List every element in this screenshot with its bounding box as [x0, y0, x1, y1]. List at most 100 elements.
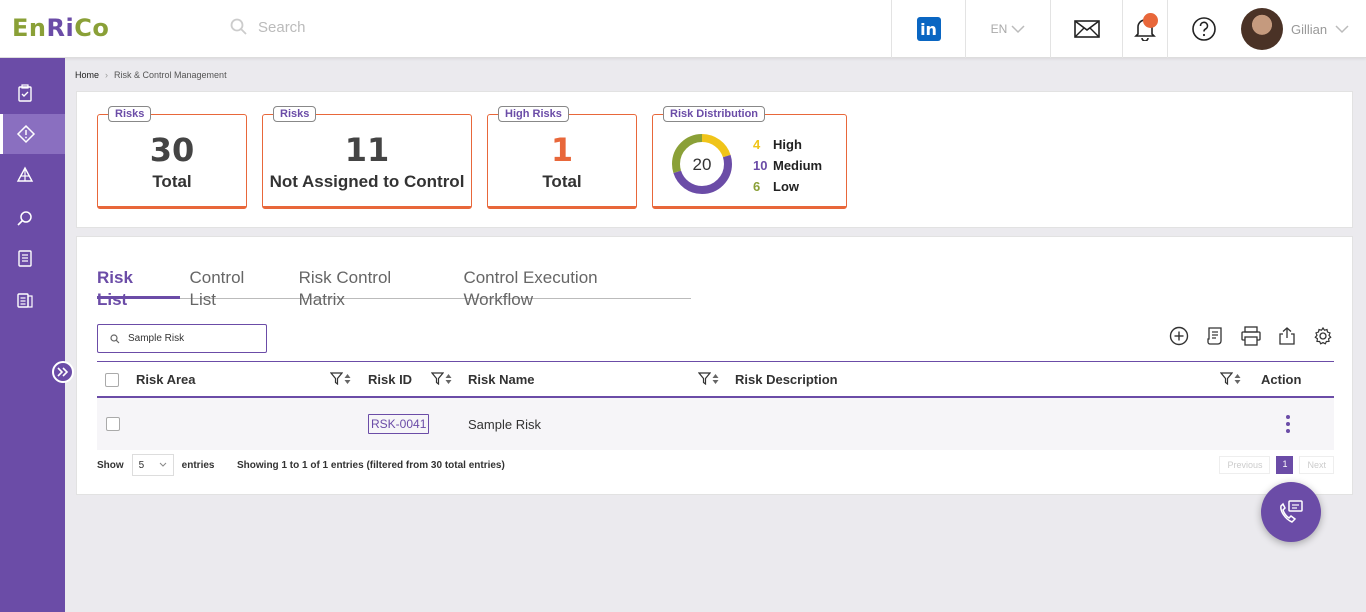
row-action-menu-button[interactable] [1286, 398, 1290, 450]
risks-unassigned-card[interactable]: Risks 11 Not Assigned to Control [262, 106, 472, 209]
table-row[interactable]: RSK-0041 Sample Risk [97, 398, 1334, 450]
language-selector[interactable]: EN [965, 0, 1050, 58]
export-button[interactable] [1276, 325, 1298, 347]
enrico-logo[interactable]: EnRiCo [12, 14, 109, 42]
show-label: Show [97, 459, 124, 471]
card-tag: Risk Distribution [663, 106, 766, 122]
user-menu[interactable]: Gillian [1239, 0, 1366, 58]
card-tag: Risks [273, 106, 317, 122]
chevron-down-icon [1335, 25, 1349, 34]
card-value: 11 [344, 131, 390, 169]
summary-panel: Risks 30 Total Risks 11 Not Assigned to … [76, 91, 1353, 228]
phone-chat-icon [1280, 500, 1303, 523]
column-header-risk-name[interactable]: Risk Name [468, 362, 534, 397]
clipboard-check-icon [18, 84, 32, 102]
mail-icon [1073, 20, 1100, 38]
sidebar-item-reports[interactable] [0, 280, 65, 320]
legend-count: 6 [753, 179, 761, 194]
table-search-value: Sample Risk [128, 333, 185, 344]
risk-area-filter-sort[interactable] [330, 372, 351, 385]
table-footer: Show 5 entries Showing 1 to 1 of 1 entri… [97, 454, 1334, 476]
settings-button[interactable] [1312, 325, 1334, 347]
notification-badge [1143, 13, 1158, 28]
filter-icon [330, 372, 343, 385]
report-icon [17, 293, 33, 308]
risk-id-filter-sort[interactable] [431, 372, 452, 385]
tab-control-execution-workflow[interactable]: Control Execution Workflow [463, 267, 679, 309]
tab-control-list[interactable]: Control List [190, 267, 287, 309]
contact-support-button[interactable] [1261, 482, 1321, 542]
high-risks-card[interactable]: High Risks 1 Total [487, 106, 637, 209]
sidebar-item-tasks[interactable] [0, 73, 65, 113]
search-icon [110, 333, 120, 343]
distribution-legend: 4 High 10 Medium 6 Low [753, 134, 822, 197]
breadcrumb-home[interactable]: Home [75, 70, 99, 80]
risk-name-filter-sort[interactable] [698, 372, 719, 385]
legend-label: Medium [773, 158, 823, 173]
row-checkbox-cell[interactable] [106, 398, 120, 450]
card-label: Total [152, 172, 192, 191]
card-label: Total [542, 172, 582, 191]
risk-id-link[interactable]: RSK-0041 [368, 414, 430, 434]
global-search-placeholder[interactable]: Search [258, 19, 306, 36]
chevron-down-icon [1011, 25, 1025, 34]
legend-row-low: 6 Low [753, 176, 822, 197]
cell-risk-name: Sample Risk [468, 416, 541, 432]
global-search[interactable]: Search [230, 18, 306, 36]
mail-button[interactable] [1050, 0, 1122, 58]
sidebar-item-risk-control[interactable] [0, 114, 65, 154]
print-button[interactable] [1240, 325, 1262, 347]
pagination: Previous 1 Next [1219, 456, 1334, 474]
magnifier-icon [17, 211, 32, 226]
legend-row-medium: 10 Medium [753, 155, 822, 176]
filter-icon [1220, 372, 1233, 385]
table-search-input[interactable]: Sample Risk [97, 324, 267, 353]
checklist-icon [18, 250, 32, 267]
search-icon [230, 18, 247, 35]
breadcrumb-current: Risk & Control Management [114, 70, 227, 80]
report-button[interactable] [1204, 325, 1226, 347]
tab-risk-list[interactable]: Risk List [97, 267, 180, 309]
tab-risk-control-matrix[interactable]: Risk Control Matrix [299, 267, 452, 309]
sidebar-item-compliance[interactable] [0, 155, 65, 195]
select-all-checkbox[interactable] [105, 372, 119, 387]
entries-label: entries [181, 459, 215, 471]
help-icon [1191, 17, 1216, 41]
sort-icon [712, 373, 719, 384]
kebab-menu-icon [1286, 415, 1290, 433]
column-header-risk-description[interactable]: Risk Description [735, 362, 838, 397]
gear-icon [1314, 326, 1332, 345]
add-button[interactable] [1168, 325, 1190, 347]
card-tag: High Risks [498, 106, 569, 122]
select-all-checkbox-cell[interactable] [105, 362, 119, 397]
risk-list-panel: Risk List Control List Risk Control Matr… [76, 236, 1353, 495]
column-header-risk-area[interactable]: Risk Area [136, 362, 196, 397]
page-size-select[interactable]: 5 [131, 454, 174, 476]
sidebar-item-checklist[interactable] [0, 238, 65, 278]
row-checkbox[interactable] [106, 417, 120, 431]
risk-distribution-donut: 20 [672, 134, 732, 194]
notifications-button[interactable] [1122, 0, 1167, 58]
table-header: Risk Area Risk ID Risk Name Risk Descrip… [97, 361, 1334, 398]
risks-total-card[interactable]: Risks 30 Total [97, 106, 247, 209]
risk-description-filter-sort[interactable] [1220, 372, 1241, 385]
next-page-button[interactable]: Next [1299, 456, 1334, 474]
double-chevron-right-icon [57, 367, 69, 377]
legend-count: 4 [753, 137, 761, 152]
help-button[interactable] [1167, 0, 1239, 58]
card-value: 30 [149, 131, 195, 169]
chevron-down-icon [159, 462, 167, 467]
page-1-button[interactable]: 1 [1276, 456, 1294, 474]
sidebar-expand-button[interactable] [52, 361, 74, 383]
language-label: EN [990, 22, 1008, 36]
logo-part-ri: Ri [46, 14, 75, 42]
legend-count: 10 [753, 158, 768, 173]
risk-distribution-card[interactable]: Risk Distribution 20 4 High 10 Medium 6 … [652, 106, 847, 209]
breadcrumb: Home › Risk & Control Management [75, 70, 227, 80]
document-icon [1207, 327, 1222, 345]
sidebar-item-search[interactable] [0, 198, 65, 238]
column-header-risk-id[interactable]: Risk ID [368, 362, 412, 397]
linkedin-button[interactable]: in [891, 0, 965, 58]
card-tag: Risks [108, 106, 152, 122]
previous-page-button[interactable]: Previous [1219, 456, 1271, 474]
